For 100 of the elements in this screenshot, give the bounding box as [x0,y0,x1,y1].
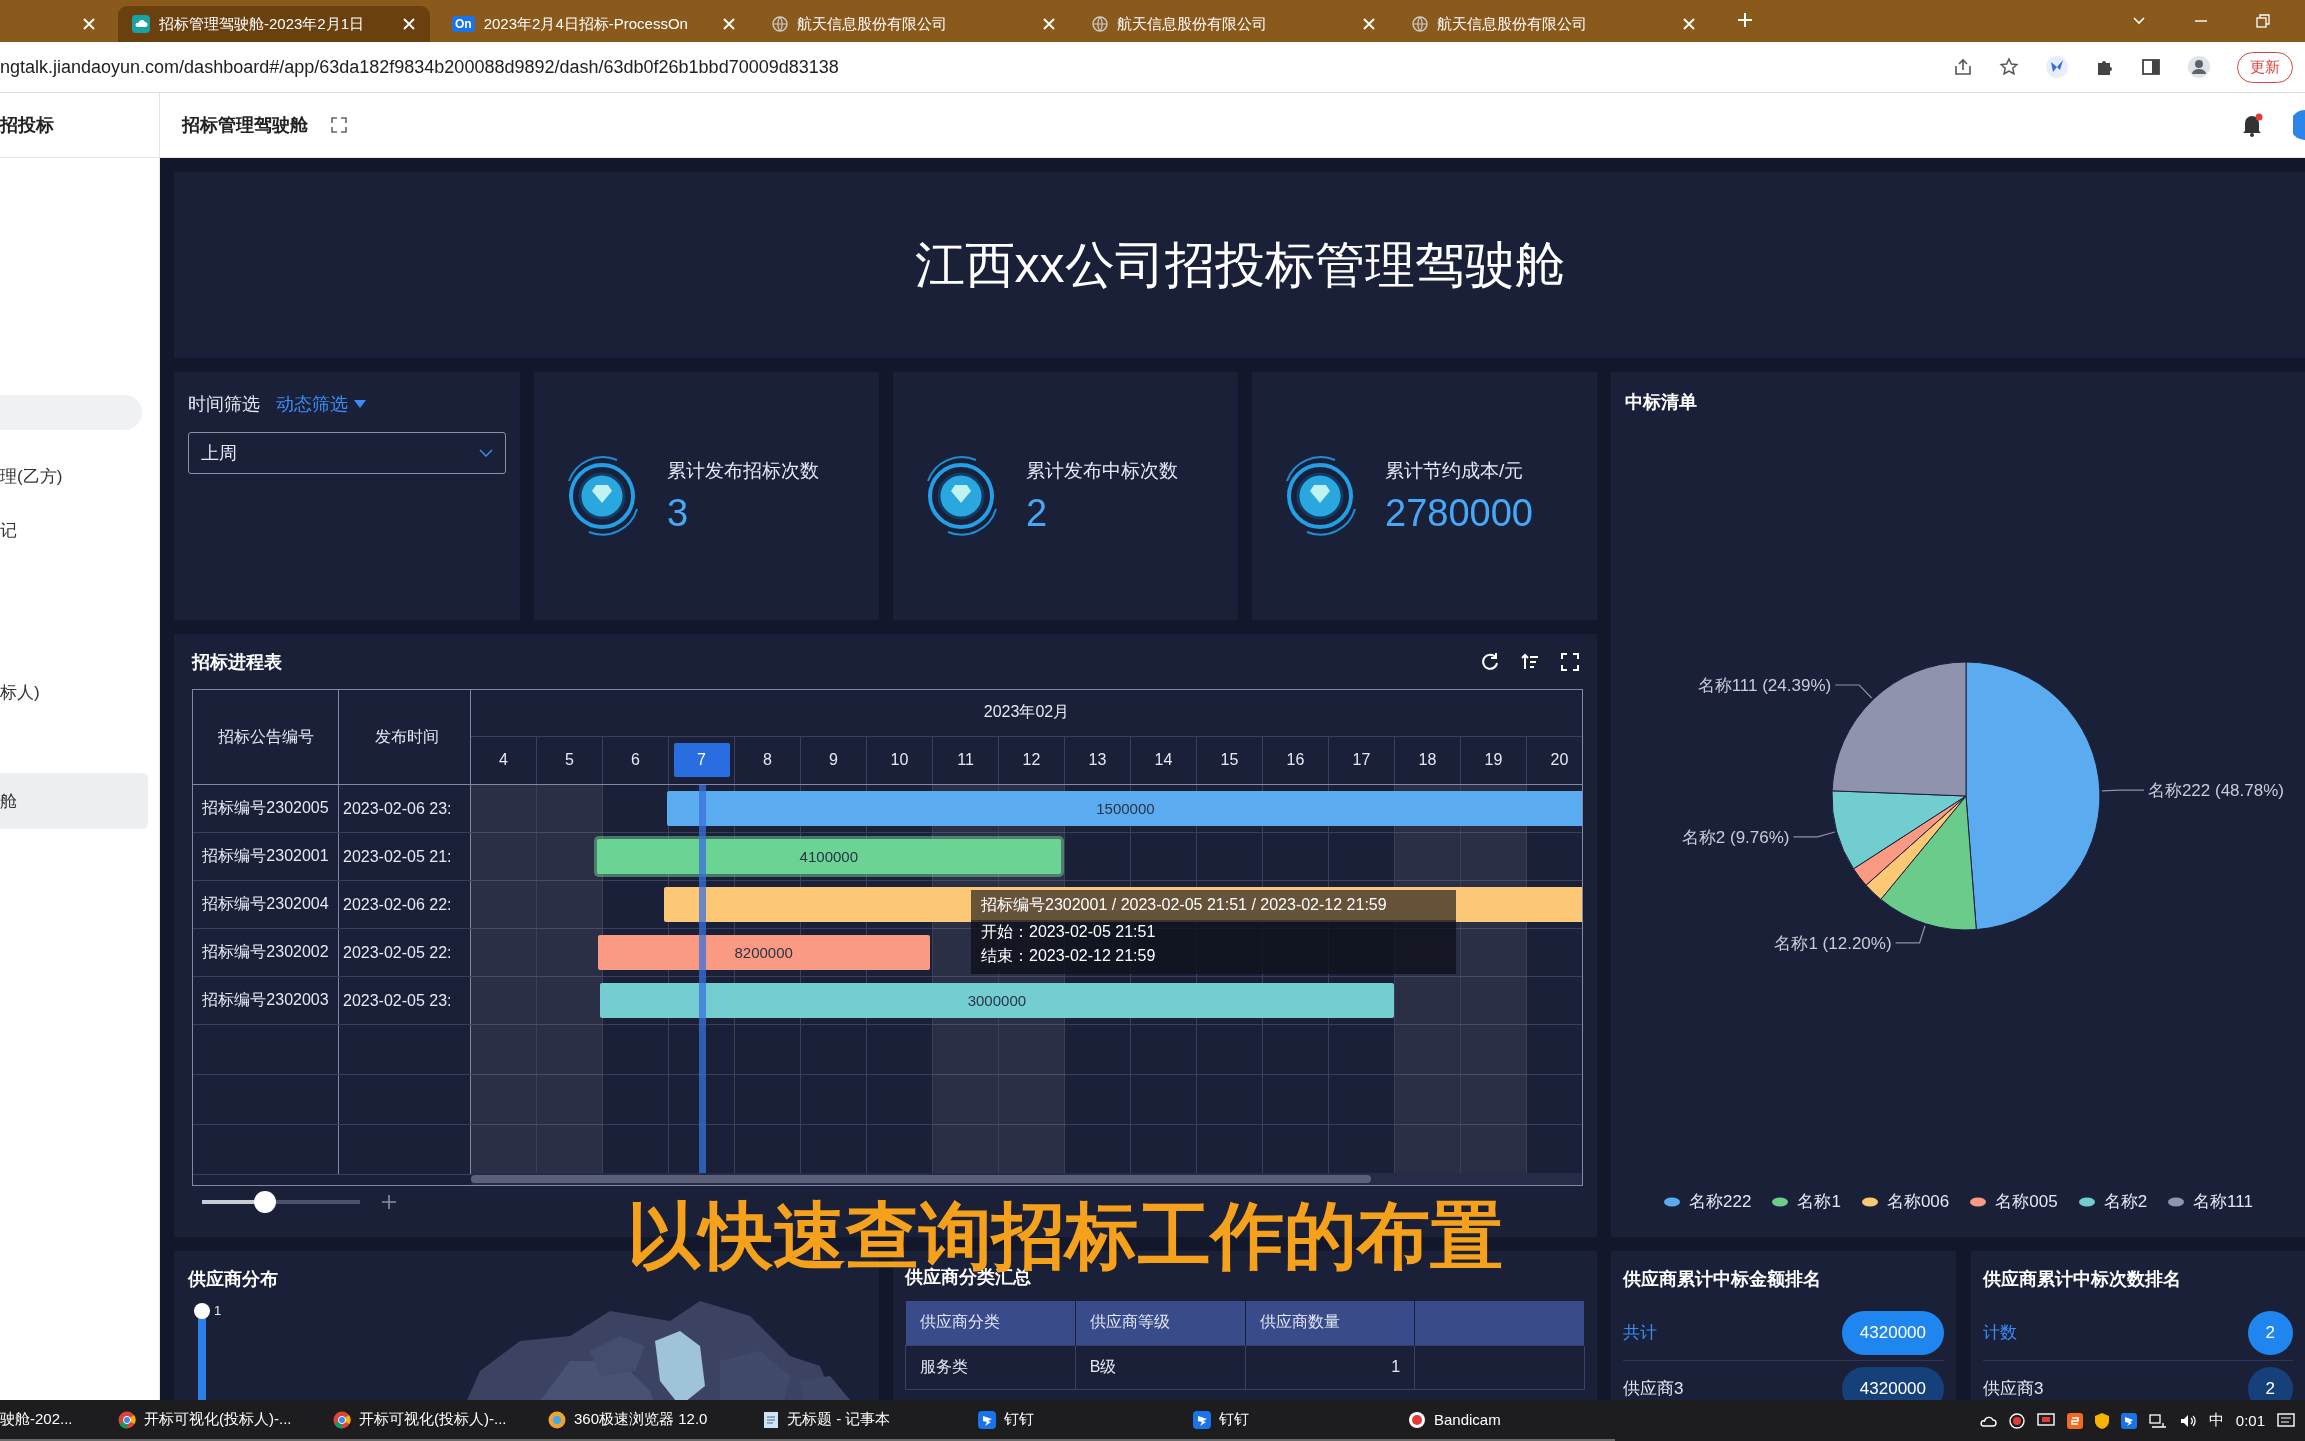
browser-tab[interactable]: On 2023年2月4日招标-ProcessOn [438,6,750,42]
sidebar-item[interactable]: 理(乙方) [0,449,148,503]
taskbar-item[interactable]: 钉钉 [970,1400,1185,1441]
day-header[interactable]: 12 [1003,743,1060,778]
gantt-bar[interactable]: 4100000 [596,839,1061,874]
browser-tab[interactable]: 招标管理驾驶舱-2023年2月1日 [118,6,430,42]
close-icon[interactable] [82,17,96,31]
app-name: 招投标 [0,114,54,137]
bell-icon[interactable] [2241,113,2263,137]
day-header[interactable]: 20 [1531,743,1582,778]
dashboard-title: 江西xx公司招投标管理驾驶舱 [914,235,1565,295]
column-header: 供应商等级 [1075,1301,1245,1345]
legend-item[interactable]: 名称005 [1969,1190,2058,1213]
taskbar-item[interactable]: 开标可视化(投标人)-... [110,1400,325,1441]
browser-icon [548,1410,566,1429]
new-tab-icon[interactable] [1736,11,1754,29]
taskbar-item[interactable]: 开标可视化(投标人)-... [325,1400,540,1441]
legend-item[interactable]: 名称006 [1860,1190,1950,1213]
month-header: 2023年02月 [983,702,1070,723]
browser-tab[interactable]: 航天信息股份有限公司 [1398,6,1710,42]
sidebar-item[interactable]: 记 [0,503,148,557]
sidebar-item[interactable]: 标人) [0,665,148,719]
day-header[interactable]: 17 [1333,743,1390,778]
leader-line [1895,925,1926,944]
site-logo: On [452,16,475,32]
column-header: 招标公告编号 [193,690,339,784]
globe-icon [1412,16,1428,32]
day-header[interactable]: 18 [1399,743,1456,778]
table-cell: 招标编号2302004 [193,881,339,928]
table-cell: 2023-02-06 22: [339,881,471,928]
day-header[interactable]: 5 [541,743,598,778]
sidebar-item[interactable]: 舱 [0,773,148,829]
panel-title: 供应商分布 [188,1269,278,1289]
avatar-icon[interactable] [2293,110,2305,140]
slice-label: 名称222 (48.78%) [2147,781,2284,801]
day-header[interactable]: 16 [1267,743,1324,778]
sort-icon[interactable] [1520,651,1540,672]
dingtalk-icon[interactable] [2120,1412,2137,1429]
star-icon[interactable] [1999,57,2019,77]
refresh-icon[interactable] [1480,651,1500,672]
network-icon[interactable] [2148,1412,2167,1429]
day-header[interactable]: 10 [871,743,928,778]
close-icon[interactable] [1682,17,1696,31]
input-method-indicator[interactable]: 中 [2208,1411,2224,1430]
close-icon[interactable] [402,17,416,31]
day-header[interactable]: 9 [805,743,862,778]
legend-item[interactable]: 名称111 [2167,1190,2253,1213]
close-icon[interactable] [1362,17,1376,31]
period-select[interactable]: 上周 [188,432,506,474]
table-cell: 2023-02-06 23: [339,785,471,832]
share-icon[interactable] [1953,57,1973,77]
close-icon[interactable] [1042,17,1056,31]
slice-label: 名称111 (24.39%) [1697,676,1832,695]
day-header[interactable]: 11 [937,743,994,778]
day-header[interactable]: 6 [607,743,664,778]
browser-tab[interactable]: 航天信息股份有限公司 [758,6,1070,42]
address-field[interactable]: ngtalk.jiandaoyun.com/dashboard#/app/63da182f9834b200088d9892/dash/63db0f26b1bbd70009d83138 [0,47,1953,87]
legend-item[interactable]: 名称1 [1771,1190,1841,1213]
table-cell: 2023-02-05 23: [339,977,471,1024]
tooltip: 招标编号2302001 / 2023-02-05 21:51 / 2023-02-12 21:59 开始：2023-02-05 21:51 结束：2023-02-12 21:59 [971,890,1456,974]
taskbar-item[interactable]: 钉钉 [1185,1400,1400,1441]
taskbar-item[interactable]: 360极速浏览器 12.0 [540,1400,755,1441]
legend-item[interactable]: 名称2 [2077,1190,2148,1213]
dynamic-filter-link[interactable]: 动态筛选 [276,392,366,416]
record-icon[interactable] [2008,1412,2025,1429]
kpi-value: 3 [667,491,690,535]
notification-icon[interactable] [2277,1412,2295,1429]
slice-label: 名称2 (9.76%) [1681,827,1790,847]
day-header[interactable]: 8 [739,743,796,778]
day-header[interactable]: 15 [1201,743,1258,778]
app-icon[interactable] [2066,1412,2083,1429]
day-header[interactable]: 14 [1135,743,1192,778]
day-header[interactable]: 7 [673,743,730,778]
gantt-bar[interactable]: 3000000 [600,983,1394,1018]
gantt-bar[interactable]: 8200000 [597,935,930,970]
day-header[interactable]: 19 [1465,743,1522,778]
browser-tab[interactable]: 航天信息股份有限公司 [1078,6,1390,42]
day-header[interactable]: 4 [475,743,532,778]
sidebar-icon[interactable] [2141,57,2161,77]
taskbar-item[interactable]: 无标题 - 记事本 [755,1400,970,1441]
scrollbar-thumb[interactable] [471,1175,1371,1183]
restore-icon[interactable] [2255,13,2271,29]
panel-title: 中标清单 [1625,392,1697,412]
close-icon[interactable] [722,17,736,31]
taskbar-item[interactable]: Bandicam [1400,1400,1615,1441]
gantt-bar[interactable]: 1500000 [666,791,1582,826]
leader-line [2101,789,2145,792]
day-header[interactable]: 13 [1069,743,1126,778]
screen-icon[interactable] [2036,1412,2055,1429]
update-button[interactable]: 更新 [2237,51,2293,83]
zoom-in-icon[interactable] [380,1193,398,1211]
shield-icon[interactable] [2094,1412,2109,1429]
table-cell: 招标编号2302003 [193,977,339,1024]
profile-icon[interactable] [2187,55,2211,79]
extension-icon[interactable] [2045,55,2069,79]
value-pill: 4320000 [1841,1310,1944,1355]
legend-item[interactable]: 名称222 [1663,1190,1752,1213]
browser-icon [118,1410,136,1429]
taskbar-item[interactable]: 驶舱-202... [0,1400,110,1441]
chevron-down-icon [479,448,493,458]
